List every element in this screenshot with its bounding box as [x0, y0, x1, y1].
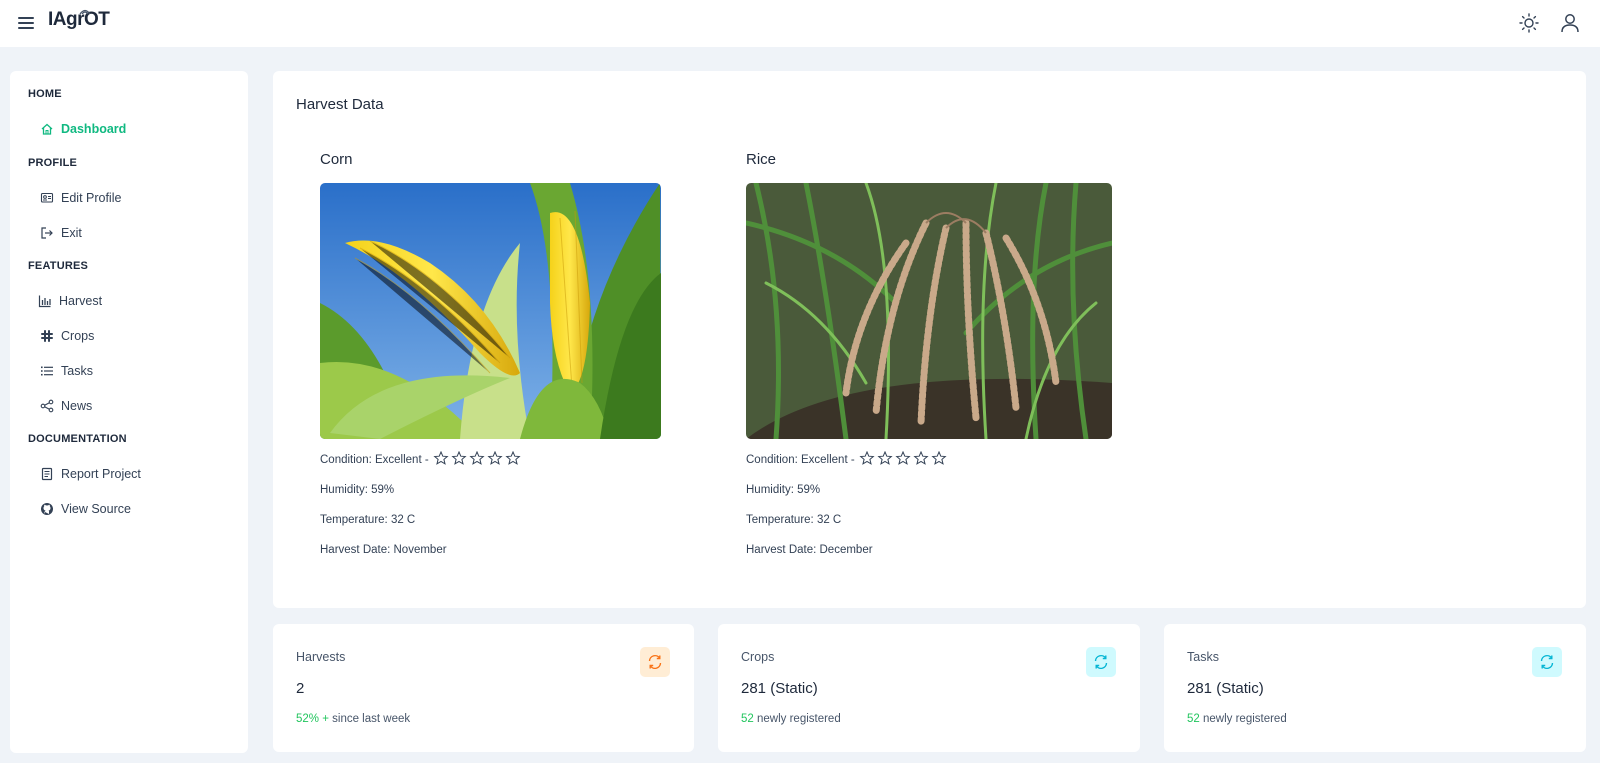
sidebar-item-crops[interactable]: Crops [40, 323, 230, 349]
harvest-data-card: Harvest Data Corn Condition: Excellent -… [273, 71, 1586, 608]
signal-icon [79, 9, 91, 15]
section-documentation: DOCUMENTATION [28, 433, 127, 445]
condition-text: Condition: Excellent - [320, 454, 429, 466]
github-icon [41, 503, 53, 515]
stat-label: Tasks [1187, 650, 1219, 664]
stat-highlight: 52% + [296, 713, 329, 725]
top-bar: IAgrOT [0, 0, 1600, 47]
home-icon [41, 123, 53, 135]
harvest-date-text: Harvest Date: November [320, 544, 447, 556]
sidebar-item-label: Crops [61, 329, 95, 343]
rice-image [746, 183, 1112, 439]
star-icon[interactable] [913, 451, 929, 465]
sidebar-item-label: Edit Profile [61, 191, 122, 205]
stat-card-crops: Crops 281 (Static) 52 newly registered [718, 624, 1140, 752]
stat-footer: 52 newly registered [741, 713, 841, 725]
book-icon [41, 467, 53, 481]
sidebar-item-label: View Source [61, 502, 131, 516]
star-icon[interactable] [877, 451, 893, 465]
chart-bar-icon [38, 295, 51, 308]
sidebar-item-label: Dashboard [61, 122, 127, 136]
crop-name: Corn [320, 151, 353, 168]
sidebar-item-view-source[interactable]: View Source [40, 496, 230, 522]
stat-value: 281 (Static) [741, 680, 818, 697]
temperature-text: Temperature: 32 C [746, 514, 842, 526]
star-icon[interactable] [451, 451, 467, 465]
condition-text: Condition: Excellent - [746, 454, 855, 466]
humidity-text: Humidity: 59% [746, 484, 821, 496]
sidebar-item-edit-profile[interactable]: Edit Profile [40, 185, 230, 211]
stat-value: 2 [296, 680, 305, 697]
stat-card-tasks: Tasks 281 (Static) 52 newly registered [1164, 624, 1586, 752]
slack-icon [41, 330, 53, 342]
share-icon [40, 399, 54, 413]
refresh-button[interactable] [1086, 647, 1116, 677]
sidebar-item-label: Report Project [61, 467, 141, 481]
list-icon [41, 366, 53, 376]
stat-highlight: 52 [1187, 713, 1200, 725]
harvest-date-text: Harvest Date: December [746, 544, 873, 556]
crop-name: Rice [746, 151, 777, 168]
star-icon[interactable] [487, 451, 503, 465]
app-logo[interactable]: IAgrOT [48, 9, 110, 31]
stat-value: 281 (Static) [1187, 680, 1264, 697]
stat-highlight: 52 [741, 713, 754, 725]
sidebar-item-news[interactable]: News [40, 393, 230, 419]
sidebar-item-label: Tasks [61, 364, 93, 378]
refresh-button[interactable] [1532, 647, 1562, 677]
sidebar-item-exit[interactable]: Exit [40, 220, 230, 246]
temperature-text: Temperature: 32 C [320, 514, 416, 526]
condition-row: Condition: Excellent - [320, 451, 661, 481]
sidebar-item-tasks[interactable]: Tasks [40, 358, 230, 384]
stat-footer: 52% + since last week [296, 713, 410, 725]
crop-card-rice: Rice Condition: Excellent - Humidity: 59… [746, 151, 1112, 571]
sign-out-icon [41, 227, 53, 239]
sidebar-item-label: Exit [61, 226, 82, 240]
section-features: FEATURES [28, 260, 89, 272]
star-icon[interactable] [859, 451, 875, 465]
corn-image [320, 183, 661, 439]
stat-card-harvests: Harvests 2 52% + since last week [273, 624, 694, 752]
sun-icon[interactable] [1518, 12, 1540, 34]
stat-footer-text: since last week [328, 713, 411, 725]
sidebar-item-dashboard[interactable]: Dashboard [40, 116, 230, 142]
sidebar-item-label: News [61, 399, 93, 413]
sidebar-item-harvest[interactable]: Harvest [38, 288, 228, 314]
section-profile: PROFILE [28, 157, 78, 169]
stat-label: Crops [741, 650, 775, 664]
section-home: HOME [28, 88, 62, 100]
sidebar: HOME Dashboard PROFILE Edit Profile Exit… [10, 71, 248, 753]
star-icon[interactable] [469, 451, 485, 465]
stat-label: Harvests [296, 650, 346, 664]
stat-footer-text: newly registered [753, 713, 841, 725]
page-title: Harvest Data [296, 96, 384, 113]
humidity-text: Humidity: 59% [320, 484, 395, 496]
user-icon[interactable] [1559, 12, 1581, 34]
menu-toggle-icon[interactable] [16, 14, 36, 32]
star-icon[interactable] [433, 451, 449, 465]
refresh-icon [648, 654, 662, 670]
rating-stars [859, 451, 949, 465]
refresh-button[interactable] [640, 647, 670, 677]
sidebar-item-label: Harvest [59, 294, 103, 308]
star-icon[interactable] [895, 451, 911, 465]
id-card-icon [40, 192, 54, 203]
star-icon[interactable] [931, 451, 947, 465]
rating-stars [433, 451, 523, 465]
condition-row: Condition: Excellent - [746, 451, 1112, 481]
star-icon[interactable] [505, 451, 521, 465]
stat-footer-text: newly registered [1199, 713, 1287, 725]
sidebar-item-report-project[interactable]: Report Project [40, 461, 230, 487]
stat-footer: 52 newly registered [1187, 713, 1287, 725]
refresh-icon [1094, 654, 1108, 670]
refresh-icon [1540, 654, 1554, 670]
crop-card-corn: Corn Condition: Excellent - Humidity: 59… [320, 151, 661, 571]
